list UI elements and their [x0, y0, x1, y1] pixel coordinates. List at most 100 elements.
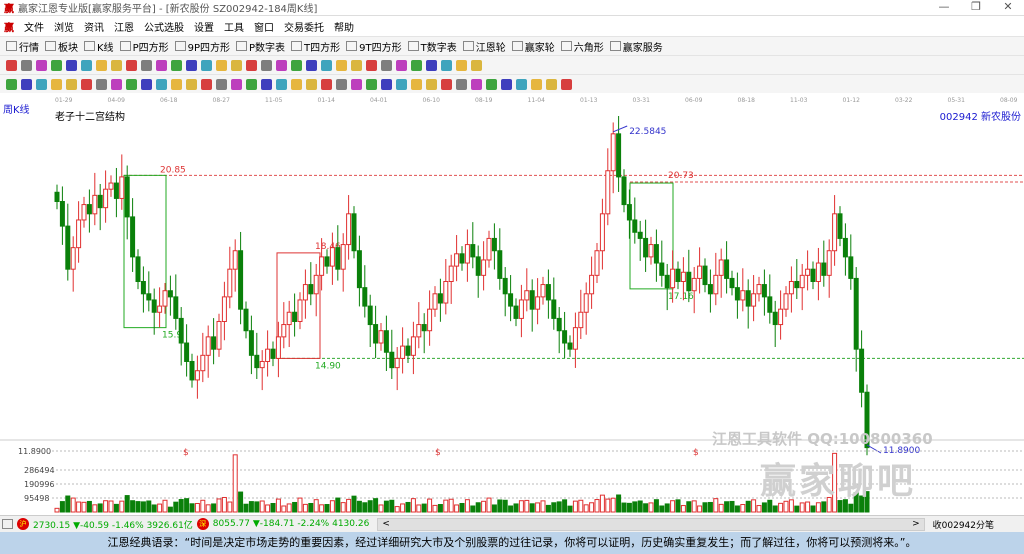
tool-icon[interactable] [336, 59, 347, 71]
tool-icon[interactable] [321, 59, 332, 71]
tool-icon[interactable] [246, 78, 257, 90]
toolbar-service-button[interactable]: 赢家服务 [609, 39, 663, 54]
toolbar-p9-button[interactable]: 9P四方形 [174, 39, 230, 54]
tool-icon[interactable] [126, 59, 137, 71]
scroll-left-button[interactable]: < [382, 519, 390, 530]
tool-icon[interactable] [21, 59, 32, 71]
tool-icon[interactable] [366, 59, 377, 71]
tool-icon[interactable] [471, 59, 482, 71]
period-label[interactable]: 周K线 [3, 101, 30, 116]
toolbar-tn-button[interactable]: T数字表 [407, 39, 457, 54]
tool-icon[interactable] [231, 59, 242, 71]
toolbar-wheel2-button[interactable]: 赢家轮 [511, 39, 555, 54]
tool-icon[interactable] [366, 78, 377, 90]
tool-icon[interactable] [261, 78, 272, 90]
toolbar-grid-button[interactable]: 行情 [6, 39, 39, 54]
menu-browse[interactable]: 浏览 [54, 19, 74, 34]
tool-icon[interactable] [36, 59, 47, 71]
tool-icon[interactable] [411, 59, 422, 71]
tool-icon[interactable] [276, 59, 287, 71]
toolbar-ps-button[interactable]: P四方形 [119, 39, 169, 54]
toolbar-hexagon-button[interactable]: 六角形 [560, 39, 604, 54]
tool-icon[interactable] [51, 78, 62, 90]
tool-icon[interactable] [351, 78, 362, 90]
tool-icon[interactable] [441, 78, 452, 90]
tool-icon[interactable] [546, 78, 557, 90]
menu-help[interactable]: 帮助 [334, 19, 354, 34]
tool-icon[interactable] [21, 78, 32, 90]
tool-icon[interactable] [156, 59, 167, 71]
tool-icon[interactable] [291, 59, 302, 71]
tool-icon[interactable] [441, 59, 452, 71]
tool-icon[interactable] [81, 78, 92, 90]
menu-file[interactable]: 文件 [24, 19, 44, 34]
tool-icon[interactable] [201, 59, 212, 71]
sz-index-quote[interactable]: 8055.77 ▼-184.71 -2.24% 4130.26 [213, 519, 370, 529]
menu-tools[interactable]: 工具 [224, 19, 244, 34]
tool-icon[interactable] [66, 59, 77, 71]
menu-news[interactable]: 资讯 [84, 19, 104, 34]
tool-icon[interactable] [336, 78, 347, 90]
toolbar-wheel-button[interactable]: 江恩轮 [462, 39, 506, 54]
tool-icon[interactable] [141, 59, 152, 71]
tool-icon[interactable] [126, 78, 137, 90]
menu-gann[interactable]: 江恩 [114, 19, 134, 34]
tool-icon[interactable] [381, 59, 392, 71]
tool-icon[interactable] [471, 78, 482, 90]
tool-icon[interactable] [111, 78, 122, 90]
close-button[interactable]: ✕ [992, 0, 1024, 14]
toolbar-blocks-button[interactable]: 板块 [45, 39, 78, 54]
tool-icon[interactable] [561, 78, 572, 90]
tool-icon[interactable] [156, 78, 167, 90]
tool-icon[interactable] [426, 59, 437, 71]
tool-icon[interactable] [381, 78, 392, 90]
menu-trade[interactable]: 交易委托 [284, 19, 324, 34]
tool-icon[interactable] [456, 59, 467, 71]
tool-icon[interactable] [261, 59, 272, 71]
tool-icon[interactable] [396, 78, 407, 90]
calculator-icon[interactable] [2, 519, 13, 529]
tool-icon[interactable] [36, 78, 47, 90]
tool-icon[interactable] [6, 78, 17, 90]
tool-icon[interactable] [81, 59, 92, 71]
tool-icon[interactable] [141, 78, 152, 90]
maximize-button[interactable]: ❐ [960, 0, 992, 14]
tool-icon[interactable] [411, 78, 422, 90]
tick-data-label[interactable]: 收002942分笔 [933, 518, 994, 531]
tool-icon[interactable] [456, 78, 467, 90]
minimize-button[interactable]: — [928, 0, 960, 14]
toolbar-ts-button[interactable]: T四方形 [291, 39, 340, 54]
tool-icon[interactable] [171, 78, 182, 90]
tool-icon[interactable] [51, 59, 62, 71]
tool-icon[interactable] [306, 78, 317, 90]
tool-icon[interactable] [96, 59, 107, 71]
sh-index-quote[interactable]: 2730.15 ▼-40.59 -1.46% 3926.61亿 [33, 518, 193, 531]
tool-icon[interactable] [96, 78, 107, 90]
tool-icon[interactable] [426, 78, 437, 90]
tool-icon[interactable] [186, 78, 197, 90]
toolbar-pn-button[interactable]: P数字表 [236, 39, 285, 54]
tool-icon[interactable] [171, 59, 182, 71]
tool-icon[interactable] [186, 59, 197, 71]
tool-icon[interactable] [531, 78, 542, 90]
tool-icon[interactable] [216, 78, 227, 90]
tool-icon[interactable] [306, 59, 317, 71]
tool-icon[interactable] [216, 59, 227, 71]
tool-icon[interactable] [231, 78, 242, 90]
tool-icon[interactable] [396, 59, 407, 71]
scroll-right-button[interactable]: > [912, 519, 920, 530]
tool-icon[interactable] [501, 78, 512, 90]
tool-icon[interactable] [291, 78, 302, 90]
tool-icon[interactable] [351, 59, 362, 71]
tool-icon[interactable] [246, 59, 257, 71]
menu-formula[interactable]: 公式选股 [144, 19, 184, 34]
horizontal-scrollbar[interactable]: < > [377, 517, 925, 531]
tool-icon[interactable] [516, 78, 527, 90]
tool-icon[interactable] [486, 78, 497, 90]
tool-icon[interactable] [6, 59, 17, 71]
toolbar-t9-button[interactable]: 9T四方形 [346, 39, 402, 54]
menu-settings[interactable]: 设置 [194, 19, 214, 34]
tool-icon[interactable] [321, 78, 332, 90]
tool-icon[interactable] [201, 78, 212, 90]
tool-icon[interactable] [66, 78, 77, 90]
